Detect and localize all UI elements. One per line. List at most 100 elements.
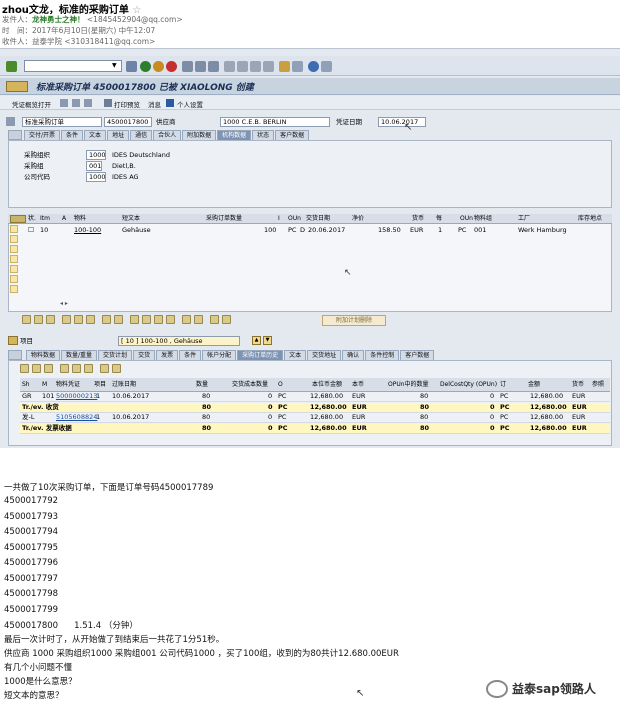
row-select-4[interactable] (10, 255, 18, 263)
delete-row-icon[interactable] (46, 315, 55, 324)
cut-icon[interactable] (86, 315, 95, 324)
tab-qty-weight[interactable]: 数量/重量 (61, 350, 98, 360)
hist-cell-doc[interactable]: 5000000213 (56, 392, 97, 401)
layout-icon[interactable] (321, 61, 332, 72)
find-next-icon[interactable] (208, 61, 219, 72)
filter-icon[interactable] (130, 315, 139, 324)
sort-asc-icon[interactable] (102, 315, 111, 324)
check-doc-icon[interactable] (84, 99, 92, 107)
save-icon[interactable] (126, 61, 137, 72)
layout-select-icon[interactable] (222, 315, 231, 324)
paste-icon[interactable] (74, 315, 83, 324)
table-row[interactable]: ☐ 10 100-100 Gehäuse 100 PC D 20.06.2017… (26, 226, 610, 235)
prev-item-icon[interactable]: ▲ (252, 336, 261, 345)
vendor-field[interactable]: 1000 C.E.B. BERLIN (220, 117, 330, 127)
tab-address[interactable]: 地址 (107, 130, 130, 140)
table-row[interactable]: 发-L 5105608824 1 10.06.2017 80 0 PC 12,680.00 EU… (20, 413, 610, 423)
hist-graphic-icon[interactable] (112, 364, 121, 373)
search-next-icon[interactable] (194, 315, 203, 324)
scroll-left-icon[interactable]: ◂ ▸ (60, 300, 68, 307)
tab-status[interactable]: 状态 (252, 130, 275, 140)
hist-sum-icon[interactable] (60, 364, 69, 373)
tab-partners[interactable]: 合伙人 (153, 130, 182, 140)
tab-additional[interactable]: 附加数据 (182, 130, 217, 140)
next-item-icon[interactable]: ▼ (263, 336, 272, 345)
doc-date-field[interactable]: 10.06.2017 (378, 117, 426, 127)
next-page-icon[interactable] (250, 61, 261, 72)
hist-layout-icon[interactable] (100, 364, 109, 373)
personal-settings-button[interactable]: 个人设置 (177, 99, 203, 109)
chevron-down-icon[interactable]: ▼ (112, 62, 117, 69)
doc-overview-button[interactable]: 凭证概览打开 (12, 99, 51, 109)
tab-account-assignment[interactable]: 帐户分配 (202, 350, 237, 360)
prev-page-icon[interactable] (237, 61, 248, 72)
other-po-icon[interactable] (60, 99, 68, 107)
new-session-icon[interactable] (279, 61, 290, 72)
tab-item-conditions[interactable]: 条件 (179, 350, 202, 360)
tab-delivery[interactable]: 交付/开票 (24, 130, 61, 140)
purch-group-field[interactable]: 001 (86, 161, 102, 171)
tab-delivery-address[interactable]: 交货地址 (307, 350, 342, 360)
row-select-6[interactable] (10, 275, 18, 283)
tab-conditions[interactable]: 条件 (61, 130, 84, 140)
sort-desc-icon[interactable] (114, 315, 123, 324)
tab-material-data[interactable]: 物料数据 (26, 350, 61, 360)
sum-icon[interactable] (142, 315, 151, 324)
exit-icon[interactable] (153, 61, 164, 72)
tab-item-texts[interactable]: 文本 (284, 350, 307, 360)
collapse-header-icon[interactable] (8, 130, 22, 140)
hist-details-icon[interactable] (20, 364, 29, 373)
shortcut-icon[interactable] (292, 61, 303, 72)
tab-confirmation[interactable]: 确认 (342, 350, 365, 360)
row-select-1[interactable] (10, 225, 18, 233)
subtotal-icon[interactable] (154, 315, 163, 324)
print-icon[interactable] (182, 61, 193, 72)
tab-customer[interactable]: 客户数据 (275, 130, 310, 140)
add-plan-button[interactable]: 附加计划删除 (322, 315, 386, 326)
table-row[interactable]: Tr./ev. 收货 80 0 PC 12,680.00 EUR 80 0 PC 12,680.0… (20, 402, 610, 413)
po-number-field[interactable]: 4500017800 (104, 117, 152, 127)
purch-org-field[interactable]: 1000 (86, 150, 106, 160)
tab-condition-control[interactable]: 条件控制 (365, 350, 400, 360)
row-select-2[interactable] (10, 235, 18, 243)
tab-item-delivery[interactable]: 交货 (133, 350, 156, 360)
search-icon[interactable] (182, 315, 191, 324)
back-icon[interactable] (140, 61, 151, 72)
sender-name[interactable]: 龙神勇士之神！ (32, 15, 85, 24)
row-select-3[interactable] (10, 245, 18, 253)
details-icon[interactable] (22, 315, 31, 324)
item-select[interactable]: [ 10 ] 100-100 , Gehäuse (118, 336, 240, 346)
command-field[interactable] (24, 60, 122, 72)
export-icon[interactable] (166, 315, 175, 324)
hist-cell-doc[interactable]: 5105608824 (56, 413, 97, 422)
hist-print-icon[interactable] (72, 364, 81, 373)
last-page-icon[interactable] (263, 61, 274, 72)
doc-type-select[interactable]: 标准采购订单 (22, 117, 102, 127)
table-row[interactable]: GR 101 5000000213 1 10.06.2017 80 0 PC 12,680.00… (20, 392, 610, 402)
messages-button[interactable]: 消息 (148, 99, 161, 109)
tab-communication[interactable]: 通信 (130, 130, 153, 140)
add-row-icon[interactable] (34, 315, 43, 324)
collapse-item-icon[interactable] (8, 350, 22, 360)
check-icon[interactable] (6, 61, 17, 72)
settings-icon[interactable] (210, 315, 219, 324)
row-select-7[interactable] (10, 285, 18, 293)
table-row[interactable]: Tr./ev. 发票收据 80 0 PC 12,680.00 EUR 80 0 PC 12,680… (20, 423, 610, 434)
tab-item-customer[interactable]: 客户数据 (400, 350, 435, 360)
grid-config-icon[interactable] (10, 215, 26, 223)
tab-org-data[interactable]: 机构数据 (217, 130, 252, 140)
hist-filter-icon[interactable] (44, 364, 53, 373)
tab-invoice[interactable]: 发票 (156, 350, 179, 360)
print-preview-icon[interactable] (104, 99, 112, 107)
find-icon[interactable] (195, 61, 206, 72)
help-icon[interactable] (308, 61, 319, 72)
print-preview-button[interactable]: 打印预览 (114, 99, 140, 109)
info-icon[interactable] (166, 99, 174, 107)
company-code-field[interactable]: 1000 (86, 172, 106, 182)
cancel-icon[interactable] (166, 61, 177, 72)
tab-texts[interactable]: 文本 (84, 130, 107, 140)
copy-icon[interactable] (62, 315, 71, 324)
row-select-5[interactable] (10, 265, 18, 273)
hist-export-icon[interactable] (84, 364, 93, 373)
first-page-icon[interactable] (224, 61, 235, 72)
